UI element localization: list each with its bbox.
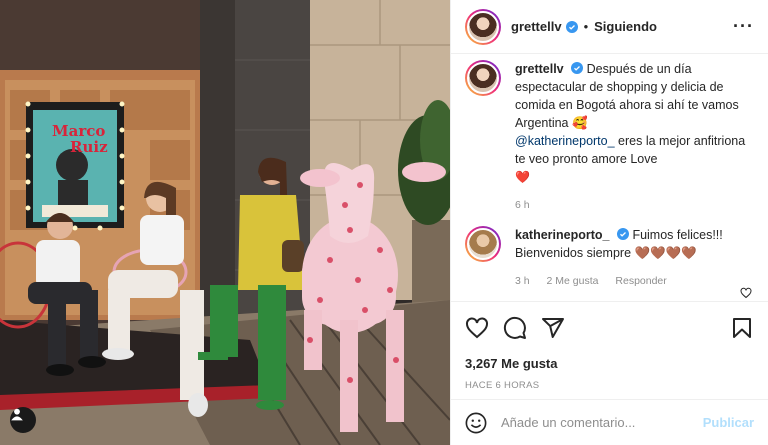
emoji-picker-icon[interactable] [465,412,487,434]
caption-body: grettellv Después de un día espectacular… [515,60,754,214]
post-header: grettellv • Siguiendo ··· [451,0,768,54]
follow-status-button[interactable]: Siguiendo [594,19,657,34]
caption-username[interactable]: grettellv [515,62,564,76]
like-comment-heart-icon[interactable] [740,287,752,299]
author-avatar[interactable] [465,8,501,45]
comments-section[interactable]: grettellv Después de un día espectacular… [451,54,768,301]
post-details-panel: grettellv • Siguiendo ··· grettellv Desp… [450,0,768,445]
separator-dot: • [583,19,589,34]
verified-badge-icon [571,62,584,74]
post-photo[interactable]: Marco Ruiz [0,0,450,445]
tagged-users-button[interactable] [10,407,36,433]
caption-heart-emoji: ❤️ [515,170,530,184]
comment-body: katherineporto_ Fuimos felices!!! Bienve… [515,226,754,290]
instagram-post-modal: Marco Ruiz grettellv • Siguiendo ··· gre… [0,0,768,445]
comment-time[interactable]: 3 h [515,275,530,287]
commenter-username[interactable]: katherineporto_ [515,228,609,242]
caption-mention-link[interactable]: @katherineporto_ [515,134,615,148]
user-icon [11,408,23,421]
comment-reply-button[interactable]: Responder [615,275,666,287]
comment-likes[interactable]: 2 Me gusta [547,275,599,287]
post-actions-bar [451,301,768,353]
comment-input[interactable] [501,415,703,430]
like-heart-icon[interactable] [465,316,489,340]
poster-title-line2: Ruiz [70,138,108,156]
post-comment-button[interactable]: Publicar [703,415,754,430]
more-options-icon[interactable]: ··· [733,16,754,37]
caption-time[interactable]: 6 h [515,199,530,211]
share-send-icon[interactable] [541,316,565,340]
commenter-avatar[interactable] [465,226,501,262]
caption: grettellv Después de un día espectacular… [465,60,754,214]
likes-count[interactable]: 3,267 Me gusta [451,353,768,375]
post-timestamp[interactable]: HACE 6 HORAS [451,375,768,399]
caption-avatar[interactable] [465,60,501,96]
verified-badge-icon [565,20,578,33]
caption-meta: 6 h [515,196,754,214]
photo-illustration [0,0,450,445]
comment-item: katherineporto_ Fuimos felices!!! Bienve… [465,226,754,290]
verified-badge-icon [616,228,629,240]
comment-composer: Publicar [451,399,768,445]
save-bookmark-icon[interactable] [730,316,754,340]
author-username[interactable]: grettellv [511,19,562,34]
comment-bubble-icon[interactable] [503,316,527,340]
comment-meta: 3 h 2 Me gusta Responder [515,272,754,290]
